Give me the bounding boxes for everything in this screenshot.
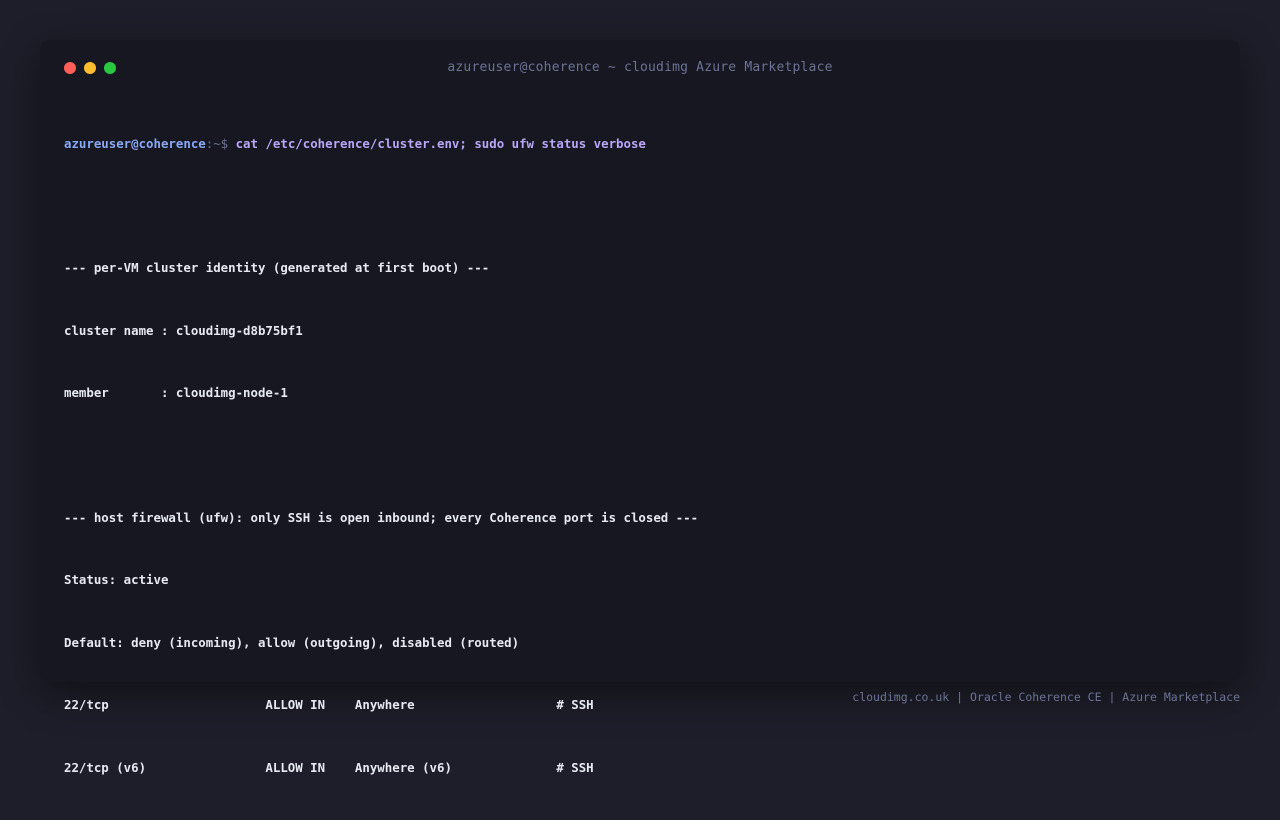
firewall-header: --- host firewall (ufw): only SSH is ope… <box>64 509 699 525</box>
terminal-window: azureuser@coherence ~ cloudimg Azure Mar… <box>40 40 1240 775</box>
prompt-path-symbol: :~$ <box>205 135 229 151</box>
window-title: azureuser@coherence ~ cloudimg Azure Mar… <box>447 60 833 75</box>
firewall-default-line: Default: deny (incoming), allow (outgoin… <box>64 634 520 650</box>
terminal-output[interactable]: azureuser@coherence:~$ cat /etc/coherenc… <box>64 92 1214 820</box>
prompt-user-host: azureuser@coherence <box>64 135 206 151</box>
cluster-name-line: cluster name : cloudimg-d8b75bf1 <box>64 322 303 338</box>
command-text: cat /etc/coherence/cluster.env; sudo ufw… <box>228 135 646 151</box>
title-bar: azureuser@coherence ~ cloudimg Azure Mar… <box>40 40 1240 96</box>
member-line: member : cloudimg-node-1 <box>64 385 288 401</box>
footer-credits: cloudimg.co.uk | Oracle Coherence CE | A… <box>852 690 1240 704</box>
command-line: azureuser@coherence:~$ cat /etc/coherenc… <box>64 134 1214 155</box>
firewall-rule-row: 22/tcp (v6) ALLOW IN Anywhere (v6) # SSH <box>64 759 594 775</box>
firewall-status-line: Status: active <box>64 572 169 588</box>
identity-header: --- per-VM cluster identity (generated a… <box>64 260 490 276</box>
